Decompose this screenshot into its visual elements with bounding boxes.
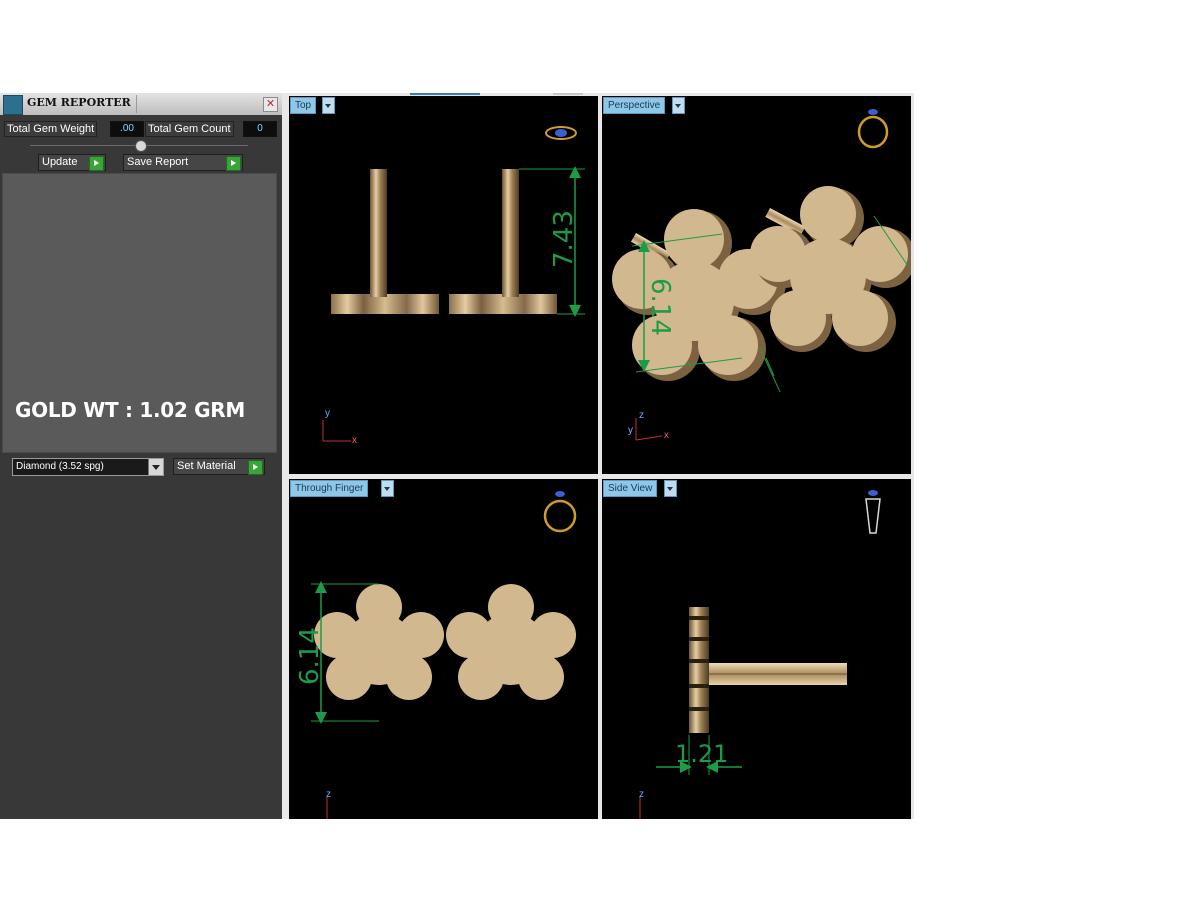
earring-plate-edge <box>689 607 709 733</box>
through-finger-view-canvas: 6.14 z <box>295 491 577 819</box>
viewport-tab-side-view[interactable]: Side View <box>603 480 658 497</box>
gold-weight-text: GOLD WT : 1.02 GRM <box>15 398 245 422</box>
report-output-area: GOLD WT : 1.02 GRM <box>2 173 277 453</box>
chevron-down-icon[interactable] <box>381 480 394 497</box>
update-button-label: Update <box>42 156 78 168</box>
total-gem-weight-value: .00 <box>110 121 144 137</box>
title-divider <box>136 95 137 113</box>
play-arrow-icon <box>89 156 104 171</box>
axis-label-x: x <box>352 435 357 446</box>
chevron-down-icon[interactable] <box>148 459 163 475</box>
play-arrow-icon <box>248 460 263 475</box>
gem-reporter-logo-icon <box>3 95 23 115</box>
panel-title: GEM REPORTER <box>27 96 131 109</box>
earring-flower-right <box>446 584 576 700</box>
earring-flower-left <box>314 584 444 700</box>
save-report-button[interactable]: Save Report <box>123 154 243 171</box>
chevron-down-icon[interactable] <box>672 97 685 114</box>
axis-label-z: z <box>639 789 644 800</box>
dimension-label: 6.14 <box>645 278 675 336</box>
perspective-view-canvas: 6.14 z y x <box>612 109 911 441</box>
gem-reporter-panel: GEM REPORTER ✕ Total Gem Weight .00 Tota… <box>0 93 282 819</box>
viewport-tab-top[interactable]: Top <box>290 97 317 114</box>
material-selected-value: Diamond (3.52 spg) <box>16 461 104 472</box>
update-button[interactable]: Update <box>38 154 106 171</box>
ring-perspective-icon[interactable] <box>857 109 889 149</box>
ring-front-icon[interactable] <box>543 491 577 533</box>
set-material-button-label: Set Material <box>177 460 236 472</box>
total-gem-count-label: Total Gem Count <box>145 121 234 137</box>
chevron-down-icon[interactable] <box>664 480 677 497</box>
material-dropdown[interactable]: Diamond (3.52 spg) <box>12 458 164 476</box>
viewport-top-strip <box>410 93 480 95</box>
axis-label-y: y <box>325 408 330 419</box>
viewport-tab-through-finger[interactable]: Through Finger <box>290 480 369 497</box>
ring-side-icon[interactable] <box>865 490 881 534</box>
axis-label-y: y <box>628 425 633 436</box>
dimension-label: 6.14 <box>295 627 325 685</box>
axis-label-z: z <box>639 410 644 421</box>
save-report-button-label: Save Report <box>127 156 189 168</box>
panel-title-bar: GEM REPORTER ✕ <box>0 93 282 115</box>
total-gem-weight-label: Total Gem Weight <box>4 121 98 137</box>
viewport-top-strip <box>553 93 583 95</box>
viewport-through-finger[interactable]: 6.14 z Through Finger <box>289 479 598 819</box>
viewport-perspective[interactable]: 6.14 z y x Perspective <box>602 96 911 474</box>
axis-label-z: z <box>326 789 331 800</box>
axis-label-x: x <box>664 430 669 441</box>
side-view-canvas: 1.21 z <box>639 490 881 819</box>
play-arrow-icon <box>226 156 241 171</box>
viewport-top[interactable]: 7.43 y x Top <box>289 96 598 474</box>
chevron-down-icon[interactable] <box>322 97 335 114</box>
earring-post <box>370 169 387 297</box>
panel-splitter-handle[interactable] <box>135 140 147 152</box>
viewport-tab-perspective[interactable]: Perspective <box>603 97 666 114</box>
total-gem-count-value: 0 <box>243 121 277 137</box>
dimension-label: 7.43 <box>549 210 579 268</box>
earring-post <box>502 169 519 297</box>
dimension-label: 1.21 <box>675 740 728 768</box>
viewport-side-view[interactable]: 1.21 z Side View <box>602 479 911 819</box>
set-material-button[interactable]: Set Material <box>173 458 265 475</box>
ring-top-icon[interactable] <box>545 126 577 140</box>
close-icon[interactable]: ✕ <box>263 97 278 112</box>
top-view-canvas: 7.43 y x <box>322 126 585 446</box>
